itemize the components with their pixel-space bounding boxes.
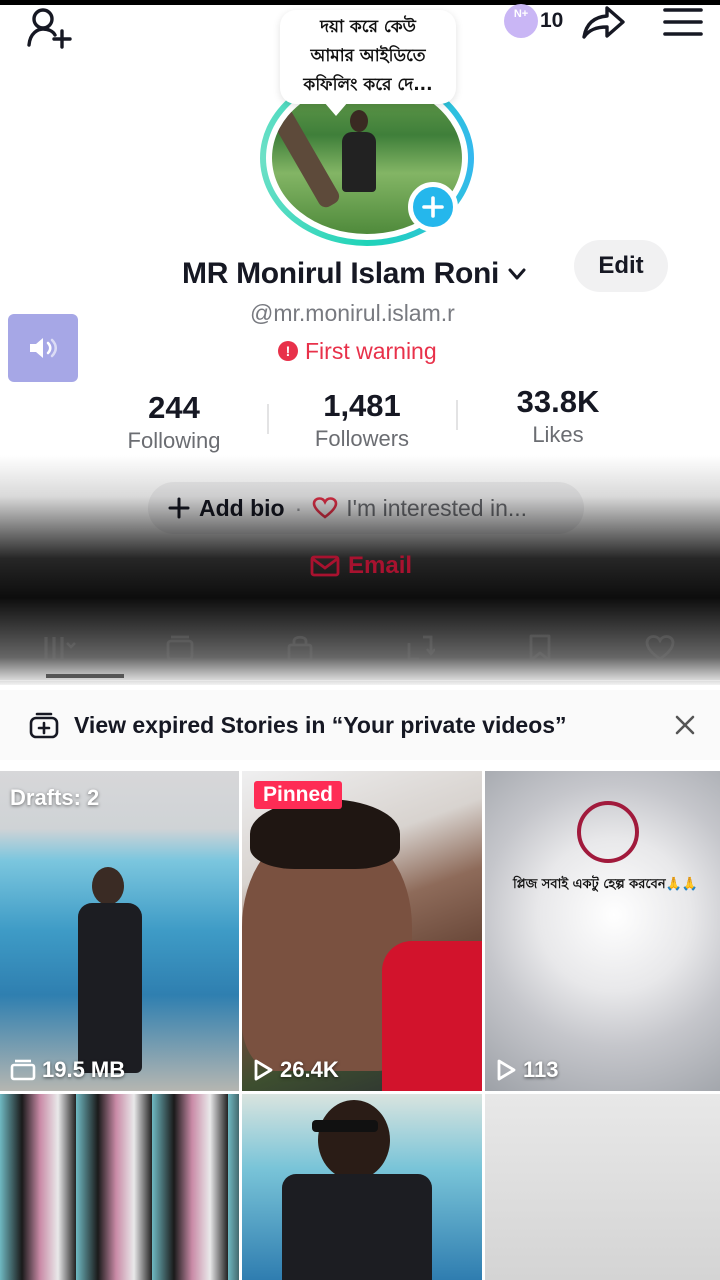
edit-profile-button[interactable]: Edit bbox=[574, 240, 668, 292]
thumb-person-head bbox=[318, 1100, 390, 1180]
view-count: 113 bbox=[495, 1057, 559, 1083]
play-icon bbox=[497, 1059, 516, 1081]
plus-icon bbox=[422, 196, 444, 218]
following-count: 244 bbox=[148, 390, 200, 425]
thumb-hair bbox=[250, 799, 400, 869]
followers-label: Followers bbox=[314, 426, 410, 451]
tab-favorites[interactable] bbox=[480, 620, 600, 676]
tab-videos[interactable] bbox=[0, 620, 120, 676]
drafts-icon bbox=[10, 1059, 36, 1081]
tab-stories[interactable] bbox=[120, 620, 240, 676]
add-bio-button[interactable]: Add bio bbox=[168, 495, 285, 522]
avatar-tree bbox=[272, 103, 343, 211]
tab-private[interactable] bbox=[240, 620, 360, 676]
add-story-button[interactable] bbox=[408, 182, 458, 232]
tab-reposts[interactable] bbox=[360, 620, 480, 676]
drafts-size: 19.5 MB bbox=[10, 1057, 125, 1083]
banner-text: View expired Stories in “Your private vi… bbox=[74, 711, 567, 738]
username-handle: @mr.monirul.islam.r bbox=[250, 300, 455, 326]
likes-label: Likes bbox=[532, 422, 584, 447]
video-thumbnail[interactable] bbox=[485, 1094, 720, 1280]
note-line: কফিলিং করে দে... bbox=[303, 75, 433, 95]
bookmark-icon bbox=[529, 634, 551, 662]
note-bubble[interactable]: দয়া করে কেউ আমার আইডিতে কফিলিং করে দে..… bbox=[280, 10, 456, 116]
avatar-person-head bbox=[350, 110, 368, 132]
view-count-value: 26.4K bbox=[280, 1057, 339, 1082]
following-label: Following bbox=[127, 428, 221, 453]
chevron-down-icon bbox=[508, 268, 526, 280]
warning-text: First warning bbox=[305, 337, 437, 364]
thumb-ring bbox=[577, 801, 639, 863]
view-count-value: 113 bbox=[523, 1057, 559, 1082]
share-button[interactable] bbox=[578, 2, 630, 42]
content-tabs bbox=[0, 620, 720, 676]
thumb-person-body bbox=[78, 903, 142, 1073]
interests-button[interactable]: I'm interested in... bbox=[312, 495, 527, 522]
pinned-badge: Pinned bbox=[254, 781, 343, 809]
notification-count: 10 bbox=[540, 9, 564, 32]
mail-icon bbox=[310, 555, 340, 577]
account-warning[interactable]: ! First warning bbox=[278, 336, 437, 366]
interests-label: I'm interested in... bbox=[346, 494, 528, 521]
tab-liked[interactable] bbox=[600, 620, 720, 676]
following-stat[interactable]: 244 Following bbox=[74, 390, 274, 454]
share-icon bbox=[582, 6, 625, 39]
video-thumbnail[interactable] bbox=[0, 1094, 239, 1280]
avatar-person-body bbox=[342, 132, 376, 192]
grid-icon bbox=[44, 637, 76, 659]
stories-plus-icon bbox=[29, 712, 59, 739]
account-switcher[interactable]: MR Monirul Islam Roni bbox=[182, 250, 527, 298]
profile-name: MR Monirul Islam Roni bbox=[182, 257, 500, 290]
view-count: 26.4K bbox=[252, 1057, 339, 1083]
thumb-person-head bbox=[92, 867, 124, 905]
close-icon[interactable] bbox=[672, 712, 698, 738]
add-friend-icon bbox=[27, 8, 72, 49]
drafts-size-value: 19.5 MB bbox=[42, 1057, 126, 1082]
menu-button[interactable] bbox=[658, 2, 708, 42]
followers-stat[interactable]: 1,481 Followers bbox=[262, 388, 462, 452]
likes-stat[interactable]: 33.8K Likes bbox=[458, 384, 658, 448]
note-line: আমার আইডিতে bbox=[310, 46, 426, 66]
repost-icon bbox=[407, 635, 435, 661]
bio-pill: Add bio · I'm interested in... bbox=[148, 482, 584, 534]
heart-icon bbox=[312, 497, 338, 519]
menu-icon bbox=[663, 8, 703, 36]
thumb-person-body bbox=[282, 1174, 432, 1280]
followers-count: 1,481 bbox=[323, 388, 401, 423]
likes-count: 33.8K bbox=[516, 384, 600, 419]
bio-separator: · bbox=[294, 494, 303, 521]
add-bio-label: Add bio bbox=[199, 494, 285, 521]
tabs-divider bbox=[0, 680, 720, 681]
notification-badge[interactable]: N+ 10 bbox=[504, 2, 563, 40]
badge-avatar: N+ bbox=[504, 4, 538, 38]
speaker-icon bbox=[30, 338, 58, 358]
warning-icon: ! bbox=[278, 341, 298, 361]
video-thumbnail-pinned[interactable]: Pinned 26.4K bbox=[242, 771, 482, 1091]
video-thumbnail[interactable]: প্লিজ সবাই একটু হেল্প করবেন🙏🙏 113 bbox=[485, 771, 720, 1091]
thumb-caption: প্লিজ সবাই একটু হেল্প করবেন🙏🙏 bbox=[513, 877, 698, 892]
heart-icon bbox=[645, 635, 675, 661]
thumb-red-shirt bbox=[382, 941, 482, 1091]
stories-icon bbox=[166, 635, 194, 661]
email-label: Email bbox=[348, 552, 413, 579]
play-icon bbox=[254, 1059, 273, 1081]
add-friend-button[interactable] bbox=[24, 6, 76, 50]
active-tab-indicator bbox=[46, 674, 124, 678]
expired-stories-banner[interactable]: View expired Stories in “Your private vi… bbox=[0, 690, 720, 760]
plus-icon bbox=[168, 497, 190, 519]
thumb-sunglasses bbox=[312, 1120, 378, 1132]
email-button[interactable]: Email bbox=[310, 552, 412, 580]
video-thumbnail-drafts[interactable]: Drafts: 2 19.5 MB bbox=[0, 771, 239, 1091]
lock-icon bbox=[287, 635, 313, 662]
drafts-label: Drafts: 2 bbox=[10, 785, 100, 810]
note-line: দয়া করে কেউ bbox=[320, 17, 416, 37]
video-thumbnail[interactable] bbox=[242, 1094, 482, 1280]
sound-toggle-button[interactable] bbox=[8, 314, 78, 382]
